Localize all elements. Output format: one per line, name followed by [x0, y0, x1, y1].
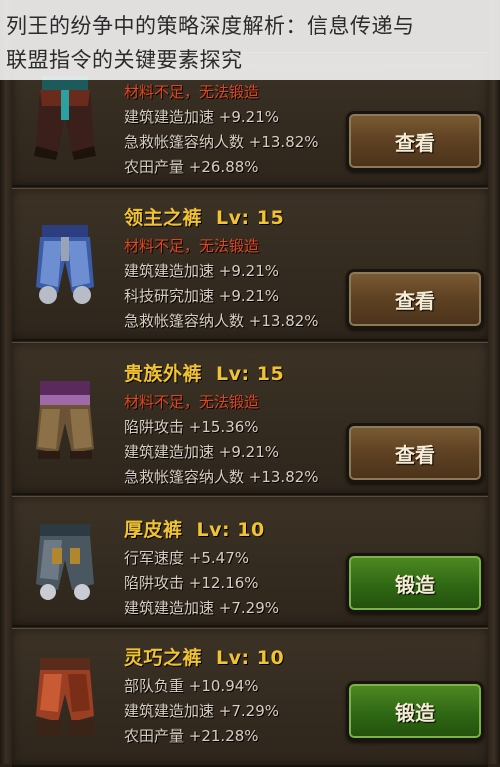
stat-line: 材料不足，无法锻造 [124, 393, 260, 411]
equipment-level: Lv: 15 [216, 363, 285, 385]
stat-line: 建筑建造加速 +7.29% [124, 599, 279, 617]
stat-line: 建筑建造加速 +7.29% [124, 702, 279, 720]
stat-line: 农田产量 +21.28% [124, 727, 259, 745]
equipment-title: 灵巧之裤 Lv: 10 [124, 643, 284, 670]
equipment-card: 灵巧之裤 Lv: 10 部队负重 +10.94% 建筑建造加速 +7.29% 农田… [12, 628, 488, 767]
equipment-name: 贵族外裤 [124, 363, 203, 385]
view-button[interactable]: 查看 [346, 111, 484, 171]
leather-trousers-icon [36, 524, 94, 600]
stat-line: 农田产量 +26.88% [124, 158, 259, 176]
stat-line: 建筑建造加速 +9.21% [124, 443, 279, 461]
equipment-name: 领主之裤 [124, 207, 203, 229]
equipment-name: 灵巧之裤 [124, 647, 203, 669]
equipment-title: 领主之裤 Lv: 15 [124, 203, 284, 230]
stat-line: 科技研究加速 +9.21% [124, 287, 279, 305]
equipment-card: 领主之裤 Lv: 15 材料不足，无法锻造 建筑建造加速 +9.21% 科技研究加… [12, 188, 488, 341]
stat-line: 材料不足，无法锻造 [124, 237, 260, 255]
stat-line: 材料不足，无法锻造 [124, 83, 260, 101]
stat-line: 急救帐篷容纳人数 +13.82% [124, 312, 319, 330]
equipment-list-panel: 材料不足，无法锻造 建筑建造加速 +9.21% 急救帐篷容纳人数 +13.82%… [0, 0, 500, 767]
equipment-title: 贵族外裤 Lv: 15 [124, 359, 284, 386]
stat-line: 急救帐篷容纳人数 +13.82% [124, 468, 319, 486]
forge-button[interactable]: 锻造 [346, 681, 484, 741]
article-title-line2: 联盟指令的关键要素探究 [6, 48, 243, 72]
stat-line: 建筑建造加速 +9.21% [124, 262, 279, 280]
dark-trousers-icon [34, 76, 96, 160]
equipment-name: 厚皮裤 [124, 519, 183, 541]
stat-line: 陷阱攻击 +15.36% [124, 418, 259, 436]
equipment-level: Lv: 10 [196, 519, 265, 541]
agile-trousers-icon [36, 658, 94, 736]
equipment-level: Lv: 10 [216, 647, 285, 669]
stat-line: 部队负重 +10.94% [124, 677, 259, 695]
lord-trousers-icon [36, 225, 94, 304]
view-button[interactable]: 查看 [346, 269, 484, 329]
article-title-overlay: 列王的纷争中的策略深度解析：信息传递与 联盟指令的关键要素探究 [0, 0, 500, 80]
article-title-line1: 列王的纷争中的策略深度解析：信息传递与 [6, 14, 415, 38]
equipment-level: Lv: 15 [216, 207, 285, 229]
equipment-card: 厚皮裤 Lv: 10 行军速度 +5.47% 陷阱攻击 +12.16% 建筑建造加… [12, 496, 488, 627]
stat-line: 陷阱攻击 +12.16% [124, 574, 259, 592]
noble-trousers-icon [36, 381, 94, 459]
stat-line: 行军速度 +5.47% [124, 549, 249, 567]
view-button[interactable]: 查看 [346, 423, 484, 483]
equipment-title: 厚皮裤 Lv: 10 [124, 515, 265, 542]
stat-line: 急救帐篷容纳人数 +13.82% [124, 133, 319, 151]
forge-button[interactable]: 锻造 [346, 553, 484, 613]
stat-line: 建筑建造加速 +9.21% [124, 108, 279, 126]
equipment-card: 贵族外裤 Lv: 15 材料不足，无法锻造 陷阱攻击 +15.36% 建筑建造加速… [12, 342, 488, 495]
